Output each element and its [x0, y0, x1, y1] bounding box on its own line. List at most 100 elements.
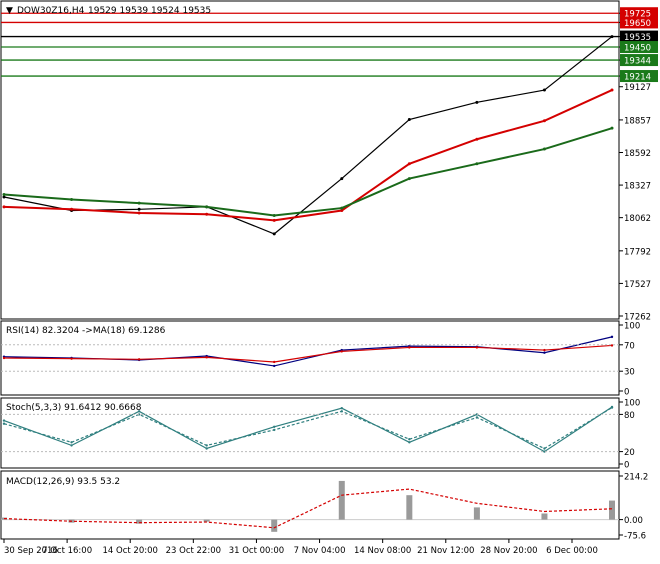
stoch-axis-label: 100	[624, 399, 640, 409]
stoch-series-point	[610, 406, 614, 409]
price-point	[610, 35, 614, 39]
rsi-axis-label: 70	[624, 341, 635, 351]
stoch-series-point	[273, 428, 276, 432]
price-point	[70, 197, 74, 201]
time-axis-label: 23 Oct 22:00	[166, 546, 221, 556]
stoch-series-point	[70, 444, 73, 447]
symbol-label: DOW30Z16,H4	[17, 6, 85, 16]
time-axis-label: 14 Oct 20:00	[103, 546, 158, 556]
stoch-series-point	[2, 419, 6, 422]
time-axis-label: 28 Nov 20:00	[480, 546, 537, 556]
price-axis: 1972519650195351945019344192141912718857…	[619, 7, 658, 323]
stoch-series-point	[543, 447, 546, 450]
rsi-series-point	[70, 357, 73, 360]
macd-bar	[406, 495, 413, 520]
price-point	[610, 88, 614, 92]
rsi-series-point	[543, 348, 546, 352]
macd-bar	[203, 519, 210, 522]
stoch-axis-label: 80	[624, 411, 635, 421]
price-point	[340, 177, 344, 181]
time-axis-label: 14 Nov 08:00	[354, 546, 411, 556]
stoch-series-point	[340, 407, 343, 410]
time-axis-label: 21 Nov 12:00	[417, 546, 474, 556]
stoch-series-point	[205, 444, 208, 447]
rsi-series-point	[2, 356, 6, 360]
time-axis: 30 Sep 20167 Oct 16:00 14 Oct 20:00 23 Oct…	[3, 539, 598, 556]
macd-bar	[609, 500, 615, 520]
price-point	[475, 100, 479, 104]
macd-bar	[473, 507, 480, 520]
price-axis-label: 19127	[624, 83, 651, 93]
rsi-series-point	[408, 346, 411, 349]
chart-dropdown-icon[interactable]: ▼	[6, 6, 13, 16]
stoch-series-point	[408, 438, 411, 441]
stoch-axis-label: 20	[624, 448, 635, 458]
macd-axis-label: -75.6	[624, 532, 646, 542]
price-point	[137, 207, 141, 211]
price-point	[2, 193, 6, 197]
price-axis-label: 17527	[624, 280, 651, 290]
trading-chart[interactable]: 1972519650195351945019344192141912718857…	[0, 0, 660, 560]
rsi-series-point	[273, 360, 276, 364]
macd-bar	[271, 519, 278, 532]
rsi-series-point	[273, 364, 276, 368]
macd-bar	[541, 513, 548, 520]
ohlc-label: 19529 19539 19524 19535	[88, 6, 211, 16]
time-axis-label: 7 Nov 04:00	[294, 546, 346, 556]
macd-axis: 214.2 0.00 -75.6	[619, 473, 648, 542]
stoch-series-point	[70, 441, 73, 444]
price-point	[137, 201, 141, 205]
rsi-axis-label: 0	[624, 388, 629, 398]
rsi-series-point	[340, 350, 343, 353]
rsi-axis: 100 70 30 0	[619, 322, 640, 398]
stoch-axis: 100 80 20 0	[619, 399, 640, 471]
macd-axis-label: 0.00	[624, 516, 643, 526]
stoch-series-point	[340, 410, 343, 413]
price-point	[407, 118, 411, 122]
price-level-label: 19344	[624, 57, 651, 67]
price-point	[2, 205, 6, 209]
rsi-series-point	[610, 335, 614, 339]
rsi-series-point	[475, 346, 479, 349]
price-point	[475, 162, 479, 166]
macd-title: MACD(12,26,9) 93.5 53.2	[6, 477, 120, 487]
macd-axis-label: 214.2	[624, 473, 648, 483]
price-panel	[0, 0, 620, 320]
rsi-series-point	[610, 344, 614, 347]
time-axis-label: 6 Dec 00:00	[546, 546, 598, 556]
chart-root: 19725 19650 19535 19450 19344 19214 19127 18857…	[0, 0, 660, 560]
rsi-series-point	[205, 356, 208, 359]
price-point	[272, 218, 276, 222]
price-point	[137, 211, 141, 215]
price-point	[475, 137, 479, 141]
stoch-series-point	[408, 441, 411, 444]
stoch-title: Stoch(5,3,3) 91.6412 90.6668	[6, 403, 142, 413]
time-axis-label: 7 Oct 16:00	[42, 546, 92, 556]
stoch-series-point	[205, 447, 208, 450]
price-axis-label: 17792	[624, 247, 651, 257]
price-axis-label: 18592	[624, 149, 651, 159]
rsi-title: RSI(14) 82.3204 ->MA(18) 69.1286	[6, 326, 166, 336]
macd-bar	[338, 480, 345, 520]
price-level-label: 19214	[624, 73, 651, 83]
price-point	[610, 126, 614, 130]
price-point	[407, 177, 411, 181]
price-point	[407, 162, 411, 166]
price-point	[205, 212, 209, 216]
price-point	[542, 88, 546, 92]
price-point	[272, 213, 276, 217]
rsi-axis-label: 30	[624, 368, 635, 378]
price-point	[205, 205, 209, 209]
price-point	[542, 147, 546, 151]
rsi-series-point	[137, 358, 141, 361]
price-axis-label: 18327	[624, 182, 651, 192]
price-level-label: 19450	[624, 44, 651, 54]
price-axis-label: 18062	[624, 214, 651, 224]
stoch-axis-label: 0	[624, 461, 629, 471]
stoch-series-point	[475, 416, 479, 419]
time-axis-label: 31 Oct 00:00	[229, 546, 284, 556]
price-point	[70, 207, 74, 211]
price-level-label: 19650	[624, 19, 651, 29]
rsi-series-point	[543, 351, 546, 354]
price-point	[272, 232, 276, 236]
